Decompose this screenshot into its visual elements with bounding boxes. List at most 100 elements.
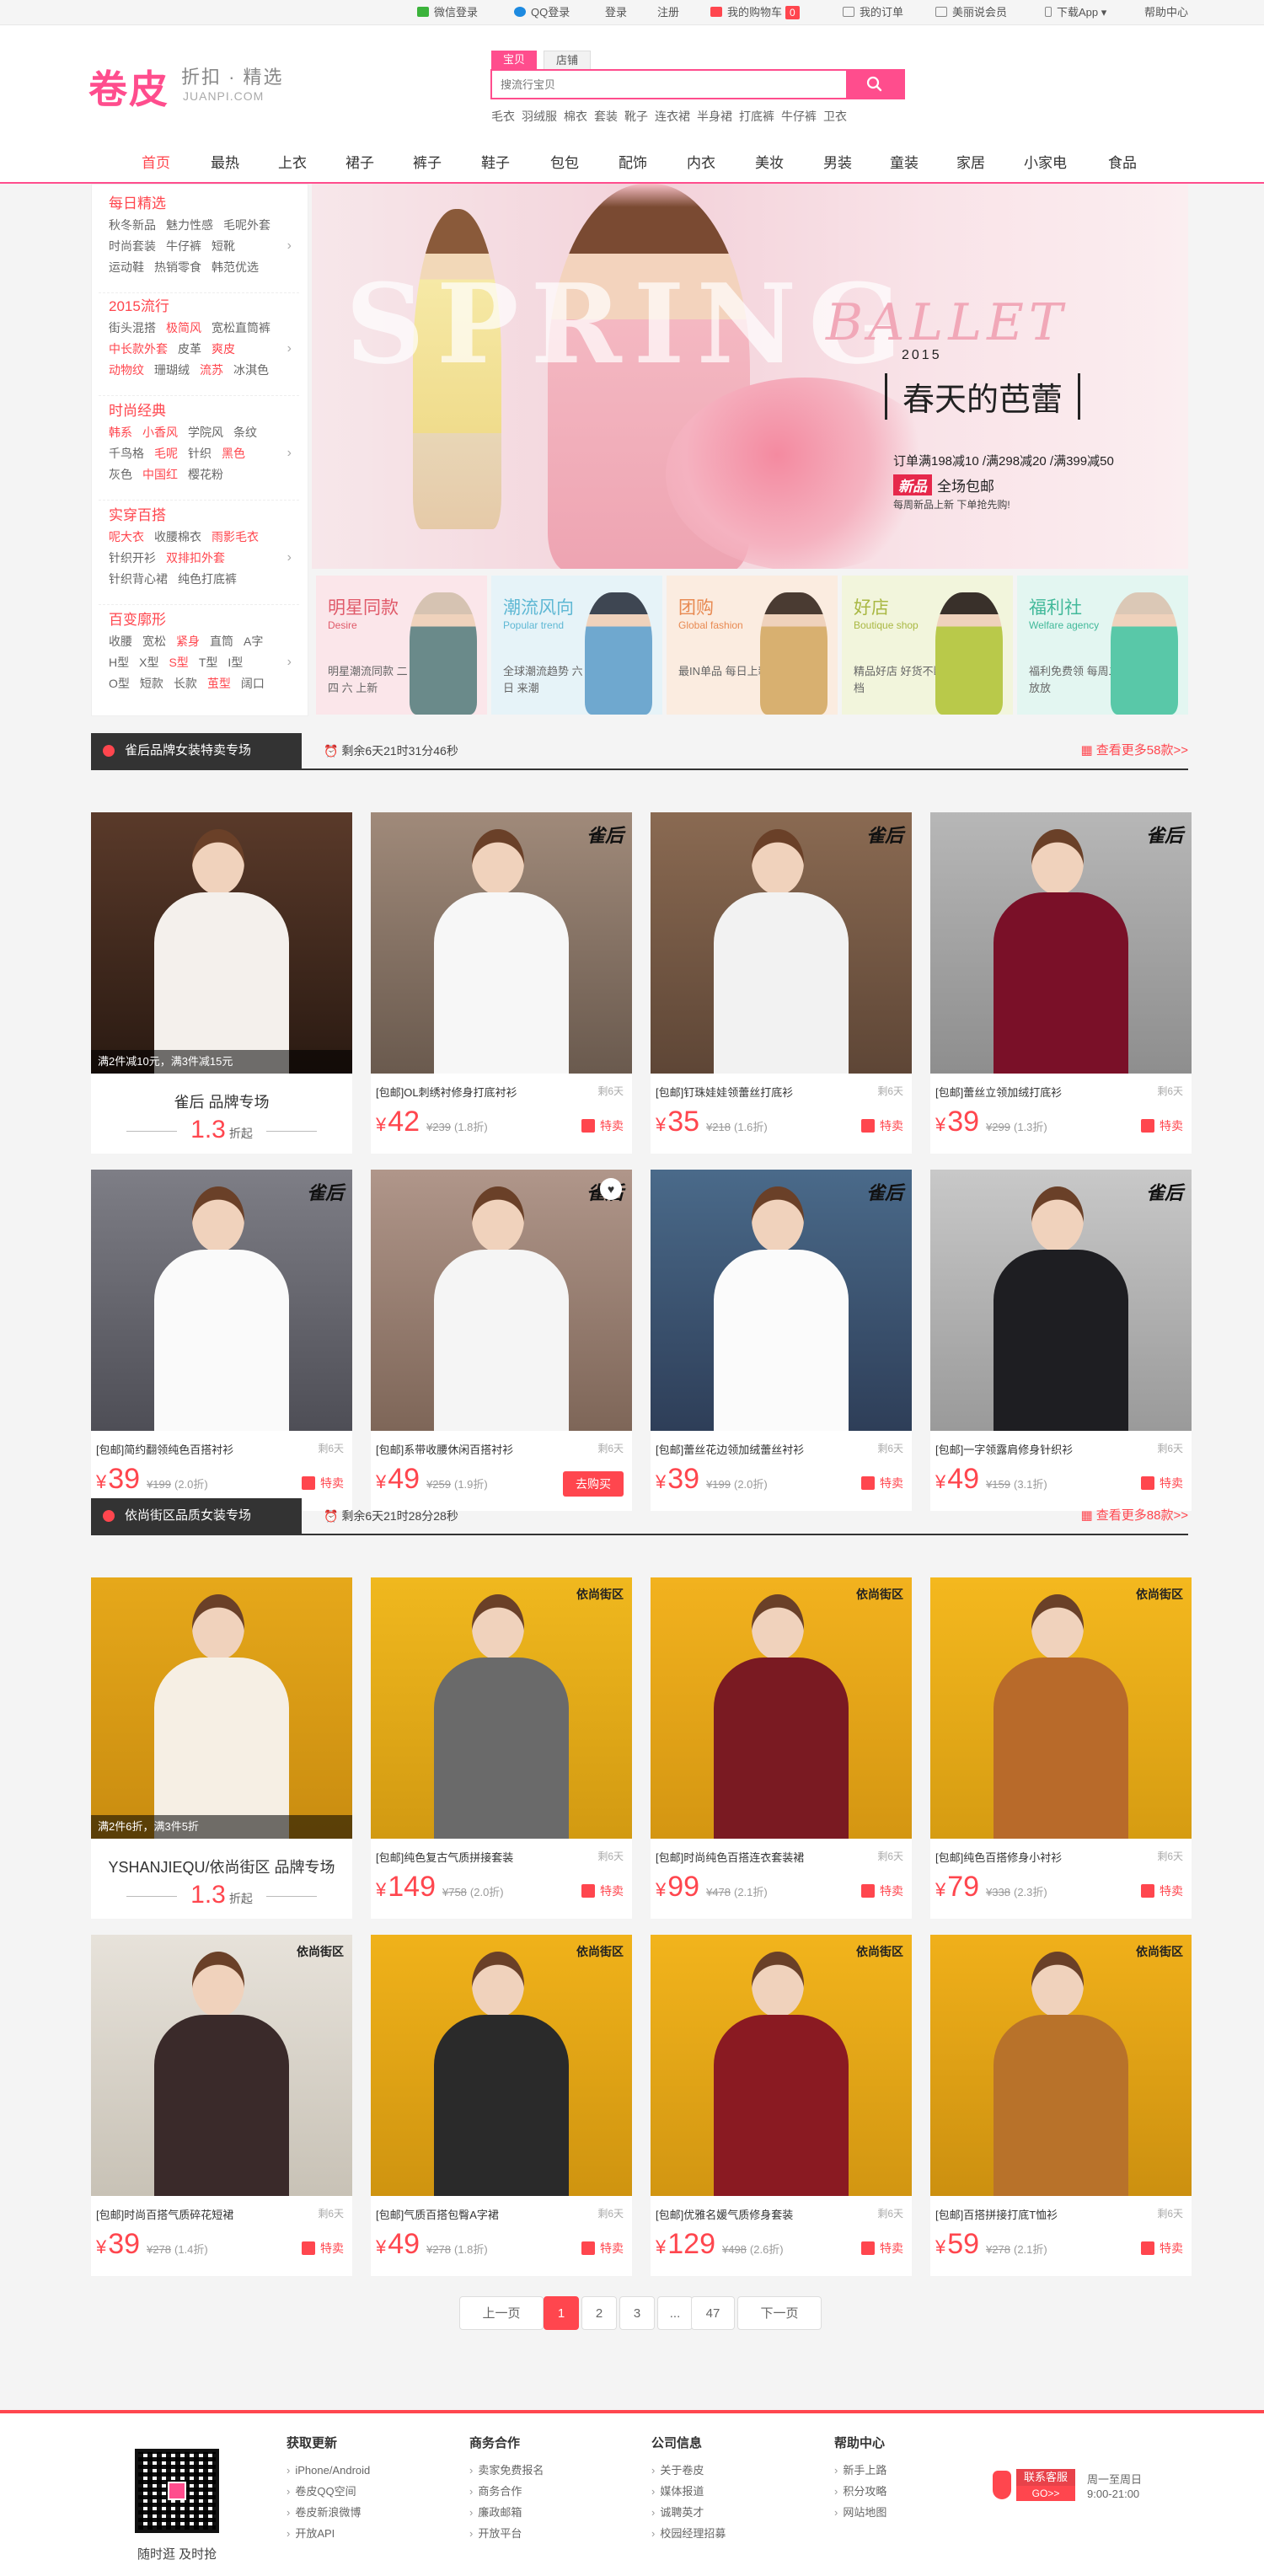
section-title[interactable]: 依尚街区品质女装专场 — [125, 1508, 251, 1523]
product-image[interactable]: 雀后 — [371, 812, 632, 1074]
hot-word[interactable]: 卫衣 — [823, 110, 847, 123]
page-button[interactable]: 3 — [619, 2296, 655, 2330]
search-tab-shops[interactable]: 店铺 — [544, 51, 592, 69]
hot-word[interactable]: 毛衣 — [491, 110, 515, 123]
sidebar-group-title[interactable]: 每日精选 — [109, 193, 298, 215]
product-card[interactable]: 依尚街区 [包邮]纯色百搭修身小衬衫 剩6天 ¥79 ¥338 (2.3折) 特卖 — [930, 1577, 1192, 1919]
product-title[interactable]: [包邮]蕾丝立领加绒打底衫 — [935, 1084, 1138, 1100]
sidebar-link[interactable]: 毛呢外套 — [223, 218, 270, 232]
product-image[interactable]: 依尚街区 — [930, 1577, 1192, 1839]
heart-icon[interactable]: ♥ — [600, 1178, 622, 1200]
product-image[interactable]: 依尚街区 — [651, 1577, 912, 1839]
nav-item[interactable]: 童装 — [890, 150, 919, 177]
sidebar-link[interactable]: A字 — [244, 635, 263, 648]
product-image[interactable]: 依尚街区 — [651, 1935, 912, 2196]
sidebar-link[interactable]: 茧型 — [207, 677, 231, 690]
footer-link[interactable]: 卷皮新浪微博 — [287, 2502, 370, 2523]
hot-word[interactable]: 连衣裙 — [655, 110, 690, 123]
product-title[interactable]: [包邮]简约翻领纯色百搭衬衫 — [96, 1441, 298, 1457]
sidebar-group-title[interactable]: 2015流行 — [109, 296, 298, 318]
sidebar-group-title[interactable]: 时尚经典 — [109, 400, 298, 422]
product-card[interactable]: 雀后 [包邮]简约翻领纯色百搭衬衫 剩6天 ¥39 ¥199 (2.0折) 特卖 — [91, 1170, 352, 1511]
sidebar-link[interactable]: 黑色 — [222, 447, 245, 460]
product-card[interactable]: 雀后 [包邮]一字领露肩修身针织衫 剩6天 ¥49 ¥159 (3.1折) 特卖 — [930, 1170, 1192, 1511]
sidebar-link[interactable]: 小香风 — [142, 426, 178, 439]
sidebar-link[interactable]: 宽松 — [142, 635, 166, 648]
sidebar-link[interactable]: 雨影毛衣 — [212, 530, 259, 544]
hot-word[interactable]: 棉衣 — [564, 110, 587, 123]
sidebar-link[interactable]: 紧身 — [176, 635, 200, 648]
sidebar-link[interactable]: 时尚套装 — [109, 239, 156, 253]
footer-link[interactable]: 关于卷皮 — [651, 2460, 726, 2481]
sidebar-link[interactable]: 双排扣外套 — [166, 551, 225, 565]
product-image[interactable] — [91, 1577, 352, 1839]
channel-tile[interactable]: 潮流风向 Popular trend 全球潮流趋势 六 日 来潮 — [491, 576, 662, 715]
footer-link[interactable]: 廉政邮箱 — [469, 2502, 544, 2523]
footer-link[interactable]: 开放API — [287, 2523, 370, 2544]
sidebar-link[interactable]: 直筒 — [210, 635, 233, 648]
sidebar-link[interactable]: 冰淇色 — [233, 363, 269, 377]
sidebar-link[interactable]: 秋冬新品 — [109, 218, 156, 232]
sidebar-group-title[interactable]: 百变廓形 — [109, 609, 298, 631]
channel-tile[interactable]: 好店 Boutique shop 精品好店 好货不断档 — [842, 576, 1013, 715]
product-card[interactable]: 依尚街区 [包邮]气质百搭包臀A字裙 剩6天 ¥49 ¥278 (1.8折) 特卖 — [371, 1935, 632, 2276]
nav-item[interactable]: 裤子 — [413, 150, 442, 177]
sidebar-link[interactable]: 呢大衣 — [109, 530, 144, 544]
search-button[interactable] — [846, 71, 903, 98]
sidebar-link[interactable]: 阔口 — [241, 677, 265, 690]
nav-item[interactable]: 包包 — [550, 150, 579, 177]
hot-word[interactable]: 打底裤 — [739, 110, 774, 123]
product-title[interactable]: [包邮]系带收腰休闲百搭衬衫 — [376, 1441, 578, 1457]
hot-word[interactable]: 套装 — [594, 110, 618, 123]
nav-item[interactable]: 上衣 — [278, 150, 307, 177]
sidebar-link[interactable]: 毛呢 — [154, 447, 178, 460]
footer-link[interactable]: iPhone/Android — [287, 2460, 370, 2481]
nav-item[interactable]: 配饰 — [619, 150, 647, 177]
buy-button[interactable]: 去购买 — [563, 1471, 624, 1497]
search-tab-items[interactable]: 宝贝 — [491, 51, 538, 69]
customer-service-button[interactable]: 联系客服 GO>> — [993, 2469, 1075, 2501]
sidebar-link[interactable]: 流苏 — [200, 363, 223, 377]
product-image[interactable]: 雀后 — [930, 1170, 1192, 1431]
channel-tile[interactable]: 明星同款 Desire 明星潮流同款 二 四 六 上新 — [316, 576, 487, 715]
footer-link[interactable]: 开放平台 — [469, 2523, 544, 2544]
nav-item[interactable]: 鞋子 — [481, 150, 510, 177]
nav-item[interactable]: 男装 — [823, 150, 852, 177]
sidebar-link[interactable]: 短靴 — [212, 239, 235, 253]
sidebar-link[interactable]: 针织 — [188, 447, 212, 460]
nav-item[interactable]: 家居 — [956, 150, 985, 177]
product-image[interactable]: 依尚街区 — [371, 1577, 632, 1839]
wechat-login-link[interactable]: 微信登录 — [417, 0, 478, 25]
channel-tile[interactable]: 团购 Global fashion 最IN单品 每日上新 — [667, 576, 838, 715]
product-card[interactable]: 雀后 [包邮]钉珠娃娃领蕾丝打底衫 剩6天 ¥35 ¥218 (1.6折) 特卖 — [651, 812, 912, 1154]
page-button[interactable]: 2 — [581, 2296, 617, 2330]
sidebar-link[interactable]: X型 — [139, 656, 158, 669]
sidebar-link[interactable]: 短款 — [140, 677, 163, 690]
sidebar-link[interactable]: 长款 — [174, 677, 197, 690]
download-app-link[interactable]: 下载App ▾ — [1045, 0, 1106, 25]
product-title[interactable]: [包邮]蕾丝花边领加绒蕾丝衬衫 — [656, 1441, 858, 1457]
channel-tile[interactable]: 福利社 Welfare agency 福利免费领 每周二放放 — [1017, 576, 1188, 715]
sidebar-link[interactable]: T型 — [199, 656, 218, 669]
product-card[interactable]: 雀后 [包邮]OL刺绣衬修身打底衬衫 剩6天 ¥42 ¥239 (1.8折) 特卖 — [371, 812, 632, 1154]
nav-item[interactable]: 裙子 — [345, 150, 374, 177]
help-center-link[interactable]: 帮助中心 — [1144, 0, 1188, 25]
hot-word[interactable]: 靴子 — [624, 110, 648, 123]
nav-item[interactable]: 最热 — [211, 150, 239, 177]
product-image[interactable]: 依尚街区 — [91, 1935, 352, 2196]
prev-page-button[interactable]: 上一页 — [459, 2296, 544, 2330]
site-logo[interactable]: 卷皮 — [88, 59, 169, 115]
sidebar-link[interactable]: 动物纹 — [109, 363, 144, 377]
sidebar-link[interactable]: S型 — [169, 656, 188, 669]
sidebar-link[interactable]: 极简风 — [166, 321, 201, 335]
sidebar-link[interactable]: I型 — [228, 656, 243, 669]
footer-link[interactable]: 诚聘英才 — [651, 2502, 726, 2523]
footer-link[interactable]: 媒体报道 — [651, 2481, 726, 2502]
product-card[interactable]: 雀后 [包邮]蕾丝花边领加绒蕾丝衬衫 剩6天 ¥39 ¥199 (2.0折) 特卖 — [651, 1170, 912, 1511]
sidebar-link[interactable]: 韩范优选 — [212, 260, 259, 274]
product-card[interactable]: 雀后 [包邮]系带收腰休闲百搭衬衫 剩6天 ¥49 ¥259(1.9折) 去购买 ♥ — [371, 1170, 632, 1511]
page-button[interactable]: 1 — [544, 2296, 579, 2330]
sidebar-link[interactable]: 热销零食 — [154, 260, 201, 274]
hero-banner[interactable]: SPRING BALLET 2015 春天的芭蕾 订单满198减10 /满298… — [312, 184, 1188, 569]
sidebar-link[interactable]: 魅力性感 — [166, 218, 213, 232]
